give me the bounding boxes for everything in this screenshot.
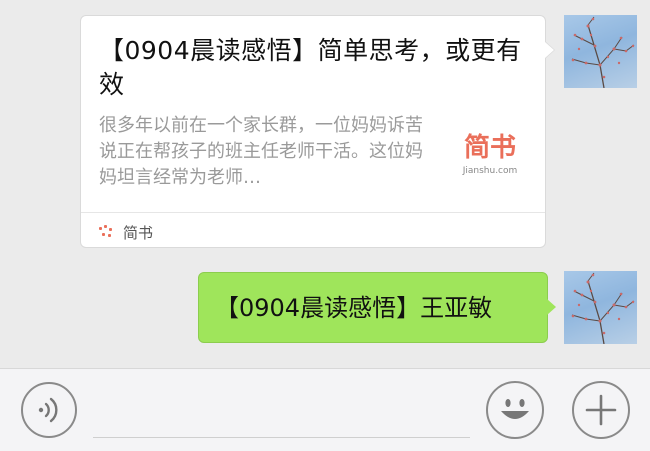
link-card-description: 很多年以前在一个家长群，一位妈妈诉苦说正在帮孩子的班主任老师干活。这位妈妈坦言经… bbox=[99, 115, 423, 188]
emoji-icon bbox=[501, 399, 529, 419]
input-bar bbox=[0, 368, 650, 451]
voice-button[interactable] bbox=[21, 382, 77, 438]
sent-text-message[interactable]: 【0904晨读感悟】王亚敏 bbox=[198, 272, 556, 343]
thumbnail-brand-subtext: Jianshu.com bbox=[462, 166, 518, 176]
card-divider bbox=[81, 212, 545, 213]
plus-icon bbox=[585, 394, 617, 426]
chat-area: 【0904晨读感悟】简单思考，或更有效 很多年以前在一个家长群，一位妈妈诉苦说正… bbox=[0, 0, 650, 368]
thumbnail-brand-text: 简书 bbox=[463, 133, 516, 163]
bubble-tail bbox=[547, 299, 556, 315]
message-input[interactable] bbox=[93, 437, 470, 438]
message-text: 【0904晨读感悟】王亚敏 bbox=[215, 294, 493, 322]
more-button[interactable] bbox=[572, 381, 630, 439]
avatar[interactable] bbox=[564, 15, 637, 88]
link-card-title: 【0904晨读感悟】简单思考，或更有效 bbox=[99, 36, 522, 99]
link-card-source-label: 简书 bbox=[123, 223, 154, 242]
link-card-message[interactable]: 【0904晨读感悟】简单思考，或更有效 很多年以前在一个家长群，一位妈妈诉苦说正… bbox=[80, 15, 555, 248]
voice-icon bbox=[38, 397, 58, 423]
emoji-button[interactable] bbox=[486, 381, 544, 439]
avatar[interactable] bbox=[564, 271, 637, 344]
bubble-tail bbox=[545, 42, 554, 58]
jianshu-logo-icon bbox=[99, 225, 115, 239]
link-card-thumbnail: 简书 Jianshu.com bbox=[455, 120, 525, 190]
link-card-source: 简书 bbox=[99, 220, 153, 244]
